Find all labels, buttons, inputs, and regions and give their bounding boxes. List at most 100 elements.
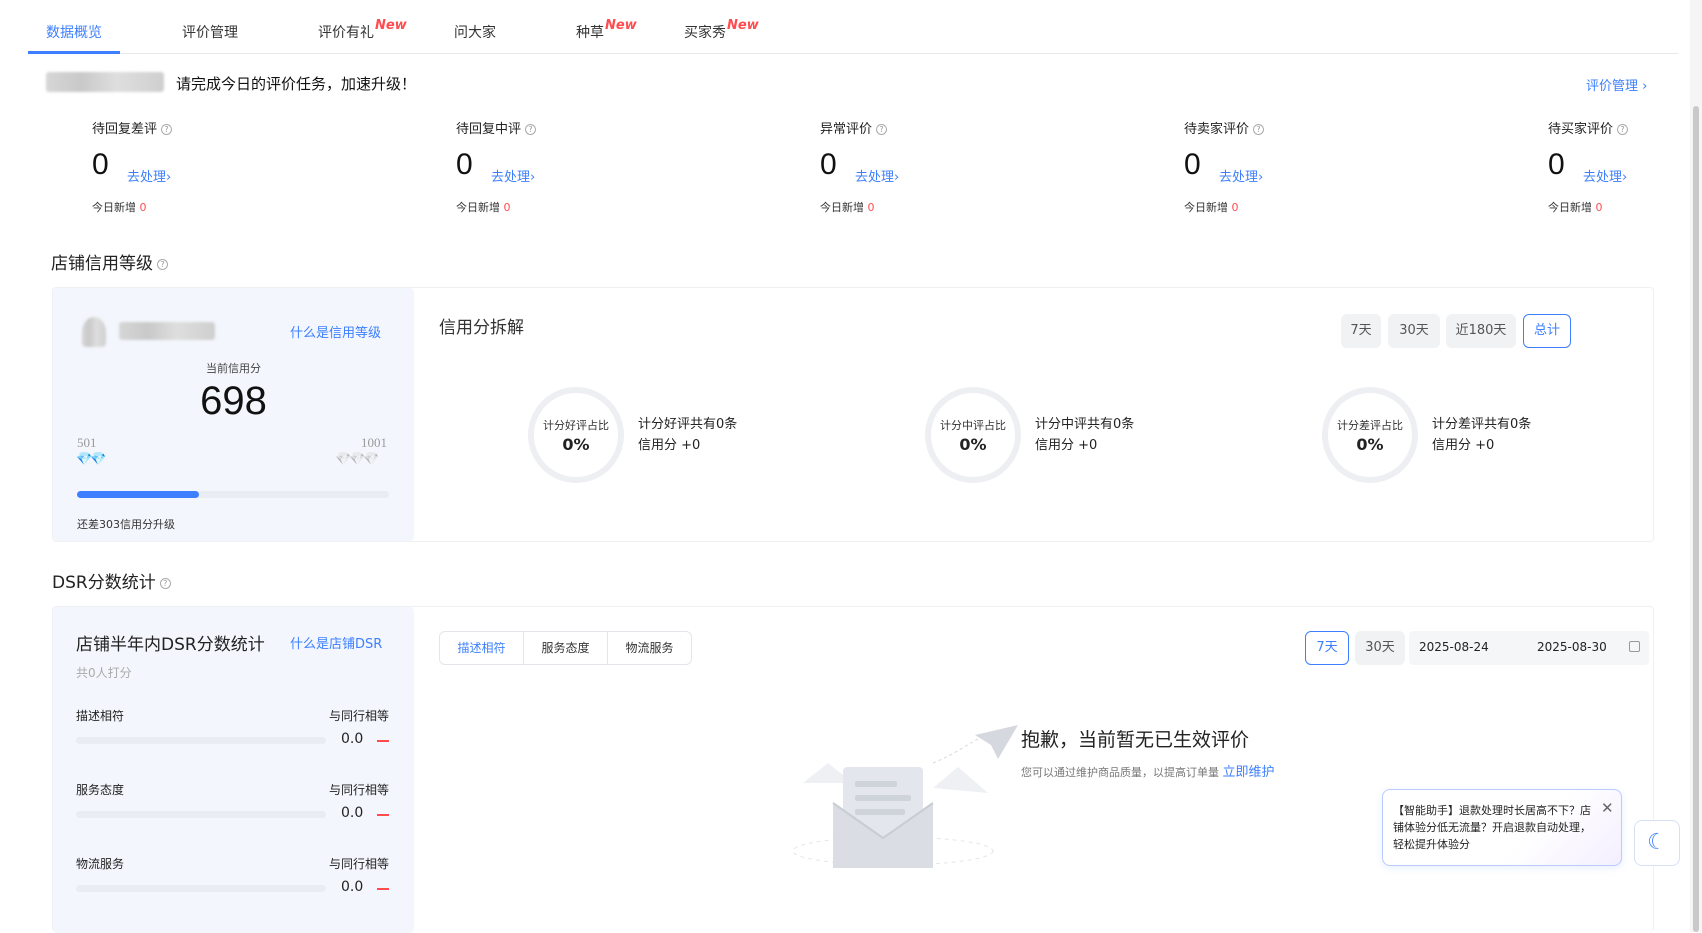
dsr-card: 店铺半年内DSR分数统计 什么是店铺DSR 共0人打分 描述相符 与同行相等 0.0…	[52, 606, 1654, 933]
today-new: 今日新增 0	[1548, 201, 1603, 214]
date-end: 2025-08-30	[1537, 640, 1607, 654]
today-new-count: 0	[1231, 201, 1239, 214]
dsr-score-bar	[76, 811, 326, 818]
stat-value: 0	[456, 148, 473, 181]
help-icon[interactable]: ?	[159, 577, 171, 589]
credit-section-title: 店铺信用等级?	[51, 249, 168, 274]
level-min-value: 501	[77, 435, 97, 450]
diamond-level-next-icon: 💎💎💎	[335, 452, 380, 467]
dsr-range-option[interactable]: 30天	[1355, 631, 1405, 665]
help-icon[interactable]: ?	[1253, 124, 1265, 135]
current-score-label: 当前信用分	[206, 362, 261, 375]
credit-score-value: 698	[200, 379, 267, 423]
dsr-segment-tab[interactable]: 服务态度	[523, 631, 608, 665]
tab-ask-everyone[interactable]: 问大家	[454, 22, 496, 42]
stat-value: 0	[1548, 148, 1565, 181]
credit-ratio-ring: 计分好评占比 0%	[528, 387, 624, 483]
credit-progress-track	[77, 491, 389, 498]
new-badge: New	[375, 18, 407, 33]
dsr-range-option[interactable]: 7天	[1305, 631, 1349, 665]
minus-indicator-icon	[377, 740, 389, 742]
credit-level-panel: 什么是信用等级 当前信用分 698 501 1001 💎💎 💎💎💎 还差303信…	[53, 288, 414, 541]
what-is-credit-level-link[interactable]: 什么是信用等级	[290, 322, 381, 341]
new-badge: New	[727, 18, 759, 33]
review-management-link[interactable]: 评价管理 ›	[1586, 75, 1647, 94]
tab-data-overview[interactable]: 数据概览	[46, 22, 102, 42]
ring-percent: 0%	[959, 435, 987, 454]
blurred-shop-name	[119, 322, 215, 340]
dsr-section-title: DSR分数统计?	[52, 568, 171, 593]
dsr-score-bar	[76, 885, 326, 892]
diamond-level-icon: 💎💎	[76, 452, 106, 467]
credit-range-option[interactable]: 近180天	[1446, 314, 1516, 348]
task-banner-text: 请完成今日的评价任务，加速升级！	[176, 75, 417, 93]
scrollbar-thumb[interactable]	[1693, 106, 1699, 932]
ring-description: 计分中评共有0条 信用分 +0	[1035, 417, 1135, 453]
credit-range-option[interactable]: 7天	[1341, 314, 1381, 348]
go-process-link[interactable]: 去处理›	[855, 166, 899, 185]
tab-buyer-show[interactable]: 买家秀 New	[684, 18, 759, 42]
active-tab-indicator	[28, 51, 120, 54]
minus-indicator-icon	[377, 888, 389, 890]
today-new: 今日新增 0	[456, 201, 511, 214]
assistant-bot-icon[interactable]: ☾	[1634, 820, 1680, 866]
close-icon[interactable]: ✕	[1601, 799, 1614, 817]
ring-description: 计分差评共有0条 信用分 +0	[1432, 417, 1532, 453]
maintain-now-link[interactable]: 立即维护	[1223, 765, 1275, 780]
credit-range-option[interactable]: 总计	[1523, 314, 1571, 348]
credit-range-option[interactable]: 30天	[1388, 314, 1440, 348]
today-new: 今日新增 0	[1184, 201, 1239, 214]
dsr-item-name: 服务态度	[76, 783, 125, 797]
top-tab-bar: 数据概览 评价管理 评价有礼 New 问大家 种草 New 买家秀 New	[28, 0, 1678, 54]
empty-state-desc: 您可以通过维护商品质量，以提高订单量 立即维护	[1021, 765, 1275, 780]
smart-assistant-popup[interactable]: 【智能助手】退款处理时长居高不下？店铺体验分低无流量？开启退款自动处理，轻松提升…	[1382, 789, 1622, 866]
dsr-item-score: 0.0	[341, 731, 364, 747]
ring-label: 计分中评占比	[940, 419, 1006, 432]
go-process-link[interactable]: 去处理›	[1219, 166, 1263, 185]
go-process-link[interactable]: 去处理›	[1583, 166, 1627, 185]
stat-title: 待卖家评价?	[1184, 118, 1265, 137]
date-start: 2025-08-24	[1419, 640, 1489, 654]
scrollbar-track[interactable]	[1690, 0, 1702, 932]
tab-review-management[interactable]: 评价管理	[182, 22, 238, 42]
go-process-link[interactable]: 去处理›	[127, 166, 171, 185]
today-new: 今日新增 0	[820, 201, 875, 214]
credit-card: 什么是信用等级 当前信用分 698 501 1001 💎💎 💎💎💎 还差303信…	[52, 287, 1654, 542]
go-process-link[interactable]: 去处理›	[491, 166, 535, 185]
dsr-segment-tab[interactable]: 物流服务	[607, 631, 692, 665]
dsr-item-name: 物流服务	[76, 857, 125, 871]
ring-description: 计分好评共有0条 信用分 +0	[638, 417, 738, 453]
dsr-compare-label: 与同行相等	[329, 709, 390, 723]
stat-value: 0	[92, 148, 109, 181]
minus-indicator-icon	[377, 814, 389, 816]
help-icon[interactable]: ?	[525, 124, 537, 135]
dsr-segment-tab[interactable]: 描述相符	[439, 631, 524, 665]
today-new: 今日新增 0	[92, 201, 147, 214]
blurred-shop-name	[46, 72, 164, 92]
stat-title: 待回复差评?	[92, 118, 173, 137]
dsr-summary-panel: 店铺半年内DSR分数统计 什么是店铺DSR 共0人打分 描述相符 与同行相等 0.0…	[53, 607, 414, 933]
help-icon[interactable]: ?	[161, 124, 173, 135]
ring-label: 计分好评占比	[543, 419, 609, 432]
dsr-compare-label: 与同行相等	[329, 783, 390, 797]
help-icon[interactable]: ?	[876, 124, 888, 135]
help-icon[interactable]: ?	[157, 258, 168, 270]
today-new-count: 0	[503, 201, 511, 214]
what-is-dsr-link[interactable]: 什么是店铺DSR	[290, 633, 382, 652]
upgrade-gap-text: 还差303信用分升级	[77, 518, 175, 531]
credit-ratio-ring: 计分差评占比 0%	[1322, 387, 1418, 483]
today-new-count: 0	[139, 201, 147, 214]
date-range-picker[interactable]: 2025-08-24 2025-08-30	[1409, 631, 1649, 665]
calendar-icon	[1629, 641, 1640, 652]
ring-label: 计分差评占比	[1337, 419, 1403, 432]
dsr-score-bar	[76, 737, 326, 744]
dsr-panel-title: 店铺半年内DSR分数统计	[76, 635, 265, 655]
dsr-compare-label: 与同行相等	[329, 857, 390, 871]
dsr-item-name: 描述相符	[76, 709, 125, 723]
tab-seeding[interactable]: 种草 New	[576, 18, 637, 42]
stat-value: 0	[820, 148, 837, 181]
help-icon[interactable]: ?	[1617, 124, 1629, 135]
credit-breakdown-title: 信用分拆解	[439, 318, 524, 338]
tab-review-gift[interactable]: 评价有礼 New	[318, 18, 407, 42]
assistant-message: 【智能助手】退款处理时长居高不下？店铺体验分低无流量？开启退款自动处理，轻松提升…	[1393, 804, 1591, 851]
